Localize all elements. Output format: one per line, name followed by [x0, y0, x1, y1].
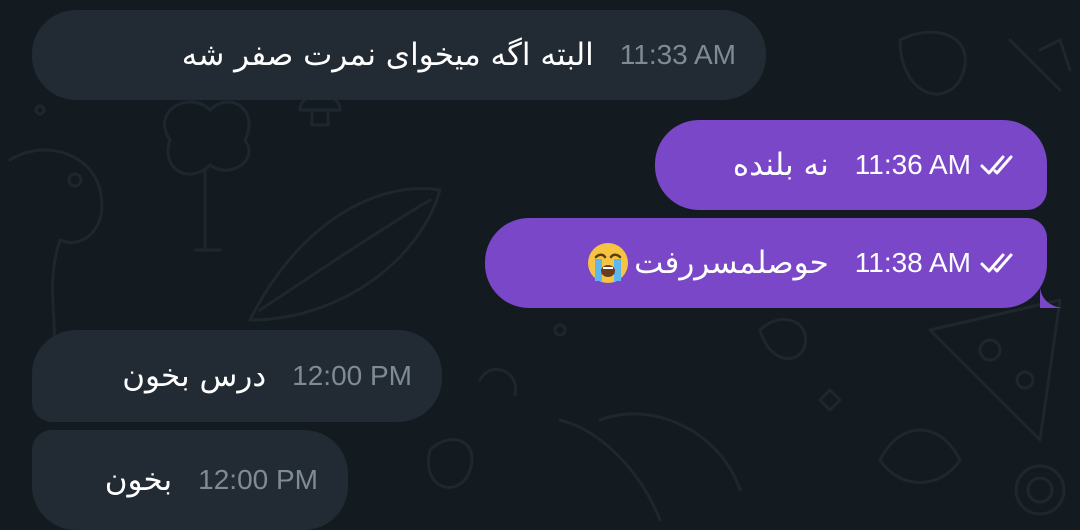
message-time: 12:00 PM — [292, 360, 412, 391]
message-text: بخون — [104, 462, 173, 498]
message-text: حوصلمسررفت — [634, 245, 829, 281]
message-text: نه بلنده — [732, 147, 829, 183]
message-bubble-incoming[interactable]: البته اگه میخوای نمرت صفر شه 11:33 AM — [32, 10, 766, 100]
message-bubble-incoming[interactable]: درس بخون 12:00 PM — [32, 330, 442, 422]
loudly-crying-face-icon — [586, 241, 630, 285]
message-text: درس بخون — [122, 358, 267, 394]
message-text: البته اگه میخوای نمرت صفر شه — [181, 37, 594, 73]
double-check-icon — [979, 153, 1017, 177]
message-bubble-outgoing[interactable]: حوصلمسررفت 11:38 AM — [485, 218, 1047, 308]
message-content: حوصلمسررفت — [586, 241, 829, 285]
message-bubble-incoming[interactable]: بخون 12:00 PM — [32, 430, 348, 530]
message-bubble-outgoing[interactable]: نه بلنده 11:36 AM — [655, 120, 1047, 210]
double-check-icon — [979, 251, 1017, 275]
message-time: 12:00 PM — [198, 464, 318, 495]
message-time: 11:36 AM — [854, 149, 971, 180]
message-time: 11:33 AM — [619, 39, 736, 70]
message-time: 11:38 AM — [854, 247, 971, 278]
bubble-tail — [1040, 288, 1062, 308]
